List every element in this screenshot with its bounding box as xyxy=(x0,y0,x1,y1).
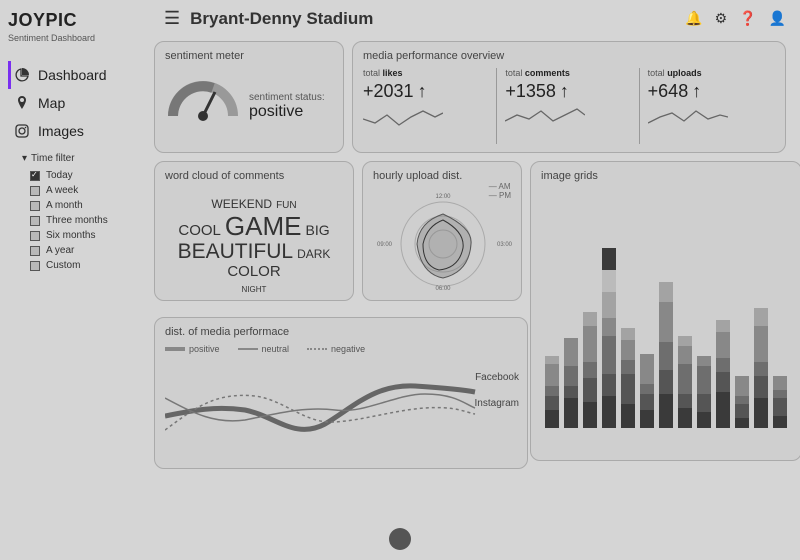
card-title: sentiment meter xyxy=(165,50,333,62)
hourly-legend: — AM — PM xyxy=(489,182,511,200)
platform-label: Instagram xyxy=(475,398,519,409)
card-sentiment-meter: sentiment meter sentiment status: xyxy=(154,41,344,153)
filter-week[interactable]: A week xyxy=(30,183,142,198)
gauge-icon xyxy=(165,68,241,144)
metric-likes: total likes +2031↑ xyxy=(363,68,490,144)
user-icon[interactable]: 👤 xyxy=(769,10,786,27)
checkbox-icon xyxy=(30,246,40,256)
arrow-up-icon: ↑ xyxy=(692,81,701,102)
wordcloud-word: WEEKEND xyxy=(211,198,272,210)
card-title: media performance overview xyxy=(363,50,775,62)
menu-icon[interactable]: ☰ xyxy=(164,8,180,29)
checkbox-icon xyxy=(30,216,40,226)
nav-images[interactable]: Images xyxy=(8,117,142,145)
wordcloud-word: DARK xyxy=(297,248,330,260)
stacked-bar xyxy=(735,376,749,428)
wordcloud-word: NIGHT xyxy=(242,286,267,294)
svg-text:06:00: 06:00 xyxy=(435,286,451,292)
card-wordcloud: word cloud of comments WEEKEND FUN COOL GAM… xyxy=(154,161,354,301)
checkbox-icon xyxy=(30,231,40,241)
svg-text:09:00: 09:00 xyxy=(377,242,393,248)
wordcloud-word: COLOR xyxy=(227,264,280,279)
nav-label: Map xyxy=(38,95,65,111)
stacked-bar xyxy=(773,376,787,428)
arrow-up-icon: ↑ xyxy=(560,81,569,102)
sentiment-status-label: sentiment status: xyxy=(249,92,325,103)
svg-text:12:00: 12:00 xyxy=(435,194,451,200)
arrow-up-icon: ↑ xyxy=(418,81,427,102)
dist-lines xyxy=(165,360,519,454)
radar-chart: 12:00 03:00 06:00 09:00 xyxy=(373,188,513,292)
card-title: image grids xyxy=(541,170,791,182)
stacked-bar xyxy=(716,320,730,428)
wordcloud-word: BIG xyxy=(305,223,329,237)
nav-label: Images xyxy=(38,123,84,139)
card-title: hourly upload dist. xyxy=(373,170,511,182)
nav-label: Dashboard xyxy=(38,67,107,83)
page-title: Bryant-Denny Stadium xyxy=(190,9,373,29)
sentiment-status-value: positive xyxy=(249,103,325,121)
sidebar: JOYPIC Sentiment Dashboard Dashboard Map… xyxy=(0,0,150,560)
checkbox-icon xyxy=(30,201,40,211)
card-title: dist. of media performace xyxy=(165,326,517,338)
filter-3months[interactable]: Three months xyxy=(30,213,142,228)
stacked-bar xyxy=(640,354,654,428)
time-filter-toggle[interactable]: ▾ Time filter xyxy=(22,153,142,164)
svg-text:03:00: 03:00 xyxy=(497,242,513,248)
card-media-overview: media performance overview total likes +… xyxy=(352,41,786,153)
stacked-bar xyxy=(697,356,711,428)
nav-map[interactable]: Map xyxy=(8,89,142,117)
stacked-bar xyxy=(602,248,616,428)
stacked-bar xyxy=(754,308,768,428)
card-title: word cloud of comments xyxy=(165,170,343,182)
sparkline xyxy=(648,105,728,131)
app-logo: JOYPIC xyxy=(8,10,142,31)
stacked-bars xyxy=(541,188,791,428)
sparkline xyxy=(363,105,443,131)
checkbox-icon xyxy=(30,171,40,181)
stacked-bar xyxy=(564,338,578,428)
filter-6months[interactable]: Six months xyxy=(30,228,142,243)
wordcloud-word: COOL xyxy=(178,223,221,238)
card-media-dist: dist. of media performace positive neutr… xyxy=(154,317,528,469)
filter-custom[interactable]: Custom xyxy=(30,258,142,273)
card-hourly-upload: hourly upload dist. — AM — PM 12:00 03:0… xyxy=(362,161,522,301)
dist-legend: positive neutral negative xyxy=(165,344,517,354)
filter-year[interactable]: A year xyxy=(30,243,142,258)
sparkline xyxy=(505,105,585,131)
card-image-grids: image grids xyxy=(530,161,800,461)
stacked-bar xyxy=(583,312,597,428)
checkbox-icon xyxy=(30,261,40,271)
time-filter-list: Today A week A month Three months Six mo… xyxy=(30,168,142,273)
stacked-bar xyxy=(621,328,635,428)
platform-label: Facebook xyxy=(475,372,519,383)
filter-today[interactable]: Today xyxy=(30,168,142,183)
wordcloud-word: BEAUTIFUL xyxy=(178,241,294,262)
wordcloud-body: WEEKEND FUN COOL GAMEBIG BEAUTIFULDARK COLOR N… xyxy=(165,188,343,296)
chevron-down-icon: ▾ xyxy=(22,153,27,164)
app-subtitle: Sentiment Dashboard xyxy=(8,33,142,43)
instagram-icon xyxy=(15,124,29,138)
home-indicator[interactable] xyxy=(389,528,411,550)
pin-icon xyxy=(15,96,29,110)
metric-comments: total comments +1358↑ xyxy=(496,68,632,144)
metric-uploads: total uploads +648↑ xyxy=(639,68,775,144)
wordcloud-word: GAME xyxy=(225,213,302,239)
stacked-bar xyxy=(659,282,673,428)
checkbox-icon xyxy=(30,186,40,196)
gear-icon[interactable]: ⚙ xyxy=(715,10,728,27)
wordcloud-word: FUN xyxy=(276,201,297,211)
filter-month[interactable]: A month xyxy=(30,198,142,213)
bell-icon[interactable]: 🔔 xyxy=(685,10,702,27)
topbar: ☰ Bryant-Denny Stadium 🔔 ⚙ ❓ 👤 xyxy=(150,0,800,37)
pie-chart-icon xyxy=(15,68,29,82)
nav-dashboard[interactable]: Dashboard xyxy=(8,61,142,89)
help-icon[interactable]: ❓ xyxy=(739,10,756,27)
stacked-bar xyxy=(545,356,559,428)
stacked-bar xyxy=(678,336,692,428)
